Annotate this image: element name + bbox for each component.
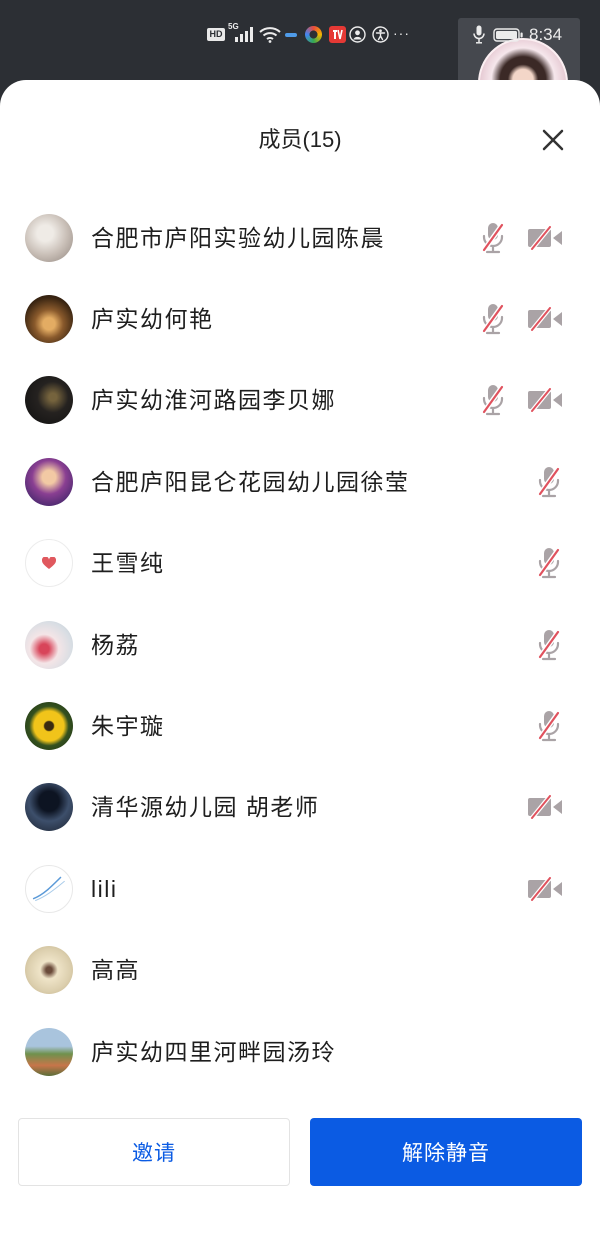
avatar-line-art bbox=[32, 876, 65, 901]
member-status-icons bbox=[527, 877, 563, 901]
avatar bbox=[25, 539, 73, 588]
camera-off-icon bbox=[527, 795, 563, 819]
avatar bbox=[25, 783, 73, 832]
member-row[interactable]: lili bbox=[0, 848, 600, 929]
member-row[interactable]: 杨荔 bbox=[0, 604, 600, 685]
camera-off-icon bbox=[527, 877, 563, 901]
camera-off-icon bbox=[527, 388, 563, 412]
member-name: 高高 bbox=[91, 957, 140, 984]
members-panel: 成员(15) 合肥市庐阳实验幼儿园陈晨 庐实幼何艳 庐实幼淮河路园李贝娜 合肥庐… bbox=[0, 80, 600, 1240]
mic-muted-icon bbox=[479, 383, 507, 417]
member-list: 合肥市庐阳实验幼儿园陈晨 庐实幼何艳 庐实幼淮河路园李贝娜 合肥庐阳昆仑花园幼儿… bbox=[0, 197, 600, 1092]
member-status-icons bbox=[535, 546, 563, 580]
avatar bbox=[25, 295, 73, 344]
member-status-icons bbox=[535, 628, 563, 662]
member-row[interactable]: 合肥庐阳昆仑花园幼儿园徐莹 bbox=[0, 441, 600, 522]
member-status-icons bbox=[535, 709, 563, 743]
member-row[interactable]: 合肥市庐阳实验幼儿园陈晨 bbox=[0, 197, 600, 278]
accessibility-icon bbox=[372, 26, 389, 43]
person-icon bbox=[349, 26, 366, 43]
member-name: 王雪纯 bbox=[91, 550, 165, 577]
wifi-icon bbox=[259, 27, 281, 43]
app-indicator-icon bbox=[285, 33, 297, 37]
avatar bbox=[25, 864, 73, 913]
member-status-icons bbox=[479, 221, 563, 255]
member-name: 合肥庐阳昆仑花园幼儿园徐莹 bbox=[91, 468, 410, 495]
avatar bbox=[25, 376, 73, 425]
member-name: 清华源幼儿园 胡老师 bbox=[91, 794, 320, 821]
member-name: 庐实幼何艳 bbox=[91, 306, 214, 333]
member-status-icons bbox=[479, 383, 563, 417]
member-status-icons bbox=[535, 465, 563, 499]
signal-icon bbox=[235, 27, 253, 42]
invite-button[interactable]: 邀请 bbox=[18, 1118, 290, 1186]
member-name: 杨荔 bbox=[91, 631, 140, 658]
member-status-icons bbox=[479, 302, 563, 336]
avatar bbox=[25, 620, 73, 669]
hd-badge: HD bbox=[207, 28, 225, 41]
close-icon[interactable] bbox=[541, 128, 565, 152]
action-bar: 邀请 解除静音 bbox=[0, 1118, 600, 1186]
mic-muted-icon bbox=[535, 709, 563, 743]
status-bar: HD 5G ··· 8:34 bbox=[0, 0, 600, 98]
avatar bbox=[25, 457, 73, 506]
member-row[interactable]: 庐实幼四里河畔园汤玲 bbox=[0, 1011, 600, 1092]
member-name: 庐实幼四里河畔园汤玲 bbox=[91, 1038, 336, 1065]
member-name: 朱宇璇 bbox=[91, 713, 165, 740]
member-row[interactable]: 高高 bbox=[0, 930, 600, 1011]
avatar bbox=[25, 702, 73, 751]
camera-off-icon bbox=[527, 307, 563, 331]
member-row[interactable]: 朱宇璇 bbox=[0, 685, 600, 766]
member-status-icons bbox=[527, 795, 563, 819]
app-icon bbox=[305, 26, 322, 43]
battery-icon bbox=[493, 28, 523, 42]
member-row[interactable]: 庐实幼淮河路园李贝娜 bbox=[0, 360, 600, 441]
mic-muted-icon bbox=[535, 546, 563, 580]
member-row[interactable]: 王雪纯 bbox=[0, 523, 600, 604]
video-app-icon bbox=[329, 26, 346, 43]
member-row[interactable]: 庐实幼何艳 bbox=[0, 278, 600, 359]
more-notifications-indicator: ··· bbox=[393, 25, 410, 41]
mic-muted-icon bbox=[535, 465, 563, 499]
panel-title: 成员(15) bbox=[258, 127, 342, 152]
mic-muted-icon bbox=[479, 302, 507, 336]
avatar bbox=[25, 946, 73, 995]
heart-icon bbox=[42, 556, 56, 569]
avatar bbox=[25, 1027, 73, 1076]
mic-muted-icon bbox=[479, 221, 507, 255]
unmute-all-button[interactable]: 解除静音 bbox=[310, 1118, 582, 1186]
member-name: lili bbox=[91, 875, 118, 902]
clock: 8:34 bbox=[529, 25, 563, 44]
member-name: 合肥市庐阳实验幼儿园陈晨 bbox=[91, 224, 385, 251]
mic-muted-icon bbox=[535, 628, 563, 662]
mic-icon bbox=[473, 25, 485, 44]
camera-off-icon bbox=[527, 226, 563, 250]
member-row[interactable]: 清华源幼儿园 胡老师 bbox=[0, 767, 600, 848]
avatar bbox=[25, 213, 73, 262]
member-name: 庐实幼淮河路园李贝娜 bbox=[91, 387, 336, 414]
